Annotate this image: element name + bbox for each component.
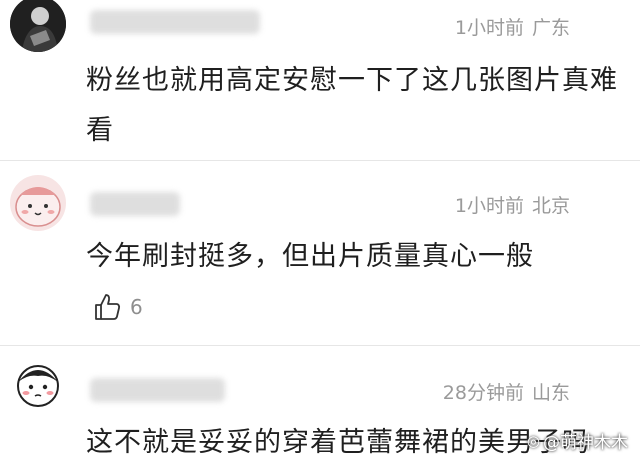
avatar[interactable] [10,175,66,231]
comment-text-line: 粉丝也就用高定安慰一下了这几张图片真难 [86,65,618,96]
comment-text-line: 今年刷封挺多，但出片质量真心一般 [86,241,534,272]
watermark: ◎ @萌神木木 [526,428,628,454]
avatar-photo-icon [10,0,66,52]
username-blurred[interactable] [90,10,260,34]
comment-location: 北京 [531,195,570,217]
cartoon-face-icon [10,175,66,231]
comment-text: 今年刷封挺多，但出片质量真心一般 [86,232,626,282]
comment-location: 山东 [531,382,570,404]
avatar[interactable] [10,356,66,412]
divider [0,160,640,161]
avatar[interactable] [10,0,66,52]
like-button[interactable]: 6 [92,292,143,322]
username-blurred[interactable] [90,192,180,216]
comment-text-line: 看 [86,115,114,146]
comment-meta: 1小时前 北京 [455,191,570,218]
comment-time: 1小时前 [454,17,524,39]
comment-meta: 1小时前 广东 [455,13,570,40]
cartoon-face-icon [10,356,66,412]
comment-text: 粉丝也就用高定安慰一下了这几张图片真难 看 [86,56,626,156]
watermark-text: @萌神木木 [543,433,628,453]
thumbs-up-icon [95,294,121,320]
username-blurred[interactable] [90,378,225,402]
divider [0,345,640,346]
like-count: 6 [130,295,143,319]
comment-time: 1小时前 [454,195,524,217]
watermark-logo-icon: ◎ [526,431,540,450]
comment-location: 广东 [531,17,570,39]
comment-time: 28分钟前 [442,382,524,404]
comment-meta: 28分钟前 山东 [443,378,570,405]
